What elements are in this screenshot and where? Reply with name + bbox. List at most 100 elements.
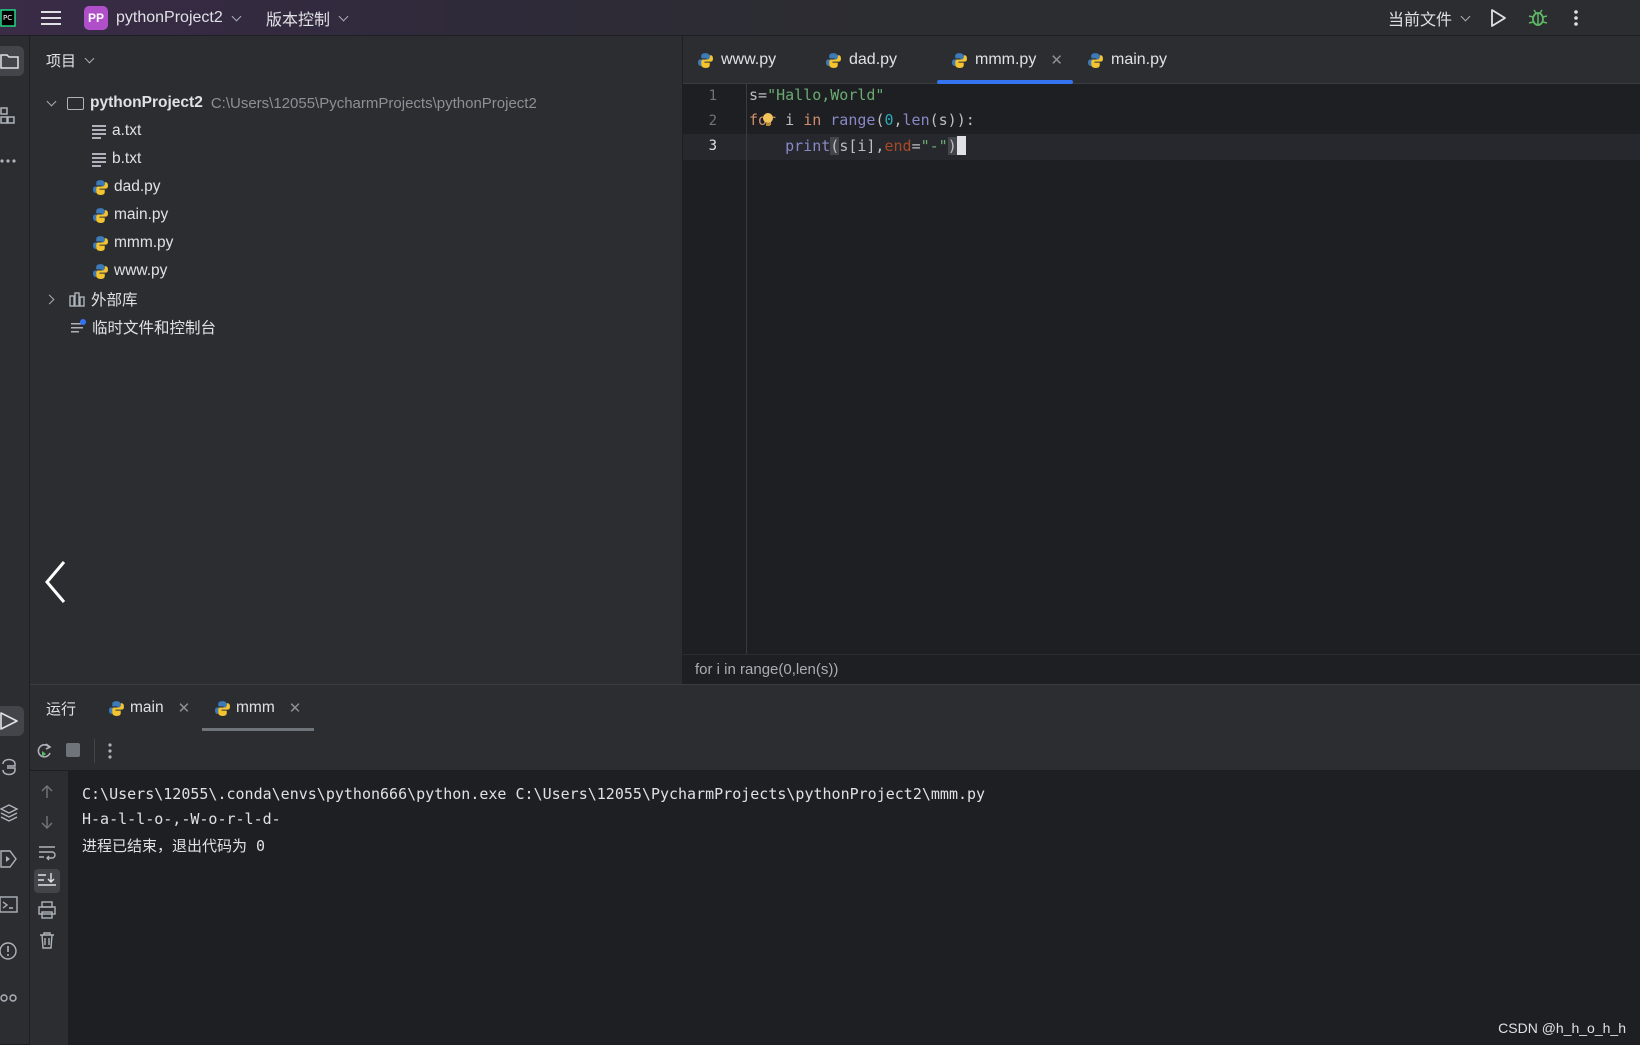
run-panel-title: 运行	[46, 700, 77, 718]
tree-root[interactable]: pythonProject2 C:\Users\12055\PycharmPro…	[46, 90, 537, 116]
file-label: main.py	[114, 206, 169, 223]
run-tool-button[interactable]	[0, 706, 24, 736]
python-file-icon	[93, 207, 108, 223]
warning-circle-icon	[0, 942, 17, 960]
tree-file-main-py[interactable]: main.py	[92, 202, 168, 228]
play-icon	[0, 712, 18, 730]
branch-icon	[0, 994, 17, 1002]
arrow-up-icon[interactable]	[38, 783, 56, 806]
scroll-to-end-icon	[38, 873, 56, 886]
scratches-icon	[71, 319, 86, 333]
more-tools-icon[interactable]	[0, 148, 26, 174]
run-config-label: 当前文件	[1388, 12, 1453, 29]
stop-button[interactable]	[66, 743, 80, 757]
run-tab-main[interactable]: main ✕	[108, 685, 190, 731]
code-token: s[i],	[839, 137, 885, 155]
git-button[interactable]	[0, 984, 26, 1010]
root-name: pythonProject2	[90, 94, 203, 111]
editor-area: www.py dad.py mmm.py ✕ main.py 1 2 3 s="…	[683, 36, 1640, 684]
project-name: pythonProject2	[116, 9, 223, 26]
tree-file-a-txt[interactable]: a.txt	[92, 118, 141, 144]
code-token: =	[911, 137, 921, 155]
chevron-down-icon	[231, 11, 242, 21]
vcs-menu-label: 版本控制	[266, 12, 331, 29]
run-panel: 运行 main ✕ mmm ✕ C:\Users\12055\.conda\en…	[30, 684, 1640, 1045]
terminal-button[interactable]	[0, 892, 26, 918]
code-line-1[interactable]: s="Hallo,World"	[749, 86, 884, 104]
tab-mmm-py[interactable]: mmm.py ✕	[951, 36, 1063, 84]
console-output-line: C:\Users\12055\.conda\envs\python666\pyt…	[82, 785, 986, 803]
breadcrumb-label: for i in range(0,len(s))	[695, 661, 839, 678]
close-icon[interactable]: ✕	[289, 699, 302, 717]
python-file-icon	[952, 52, 967, 68]
tab-label: dad.py	[849, 51, 898, 68]
structure-icon	[0, 107, 15, 124]
close-icon[interactable]: ✕	[1050, 51, 1063, 69]
vcs-menu[interactable]: 版本控制	[266, 0, 349, 36]
python-file-icon	[1088, 52, 1103, 68]
line-number-gutter	[683, 84, 747, 654]
python-file-icon	[826, 52, 841, 68]
chevron-down-icon	[338, 11, 349, 21]
project-panel-title: 项目	[46, 52, 77, 70]
trash-icon[interactable]	[38, 931, 56, 954]
text-file-icon	[92, 125, 106, 139]
python-packages-button[interactable]	[0, 800, 26, 826]
soft-wrap-icon[interactable]	[38, 843, 56, 866]
tab-label: main.py	[1111, 51, 1168, 68]
tree-file-dad-py[interactable]: dad.py	[92, 174, 161, 200]
tree-file-b-txt[interactable]: b.txt	[92, 146, 141, 172]
run-tab-mmm[interactable]: mmm ✕	[214, 685, 301, 731]
active-tab-indicator	[937, 80, 1073, 84]
tree-file-www-py[interactable]: www.py	[92, 258, 167, 284]
tab-www-py[interactable]: www.py	[697, 36, 776, 84]
code-token: len	[902, 111, 930, 129]
rerun-button[interactable]	[34, 741, 54, 766]
run-more-actions-icon[interactable]	[106, 741, 114, 766]
editor-breadcrumb[interactable]: for i in range(0,len(s))	[683, 654, 1640, 684]
layers-icon	[0, 804, 19, 822]
tree-file-mmm-py[interactable]: mmm.py	[92, 230, 173, 256]
toolbar-divider	[94, 739, 95, 763]
editor-tabs: www.py dad.py mmm.py ✕ main.py	[683, 36, 1640, 84]
tab-dad-py[interactable]: dad.py	[825, 36, 897, 84]
print-icon[interactable]	[38, 901, 56, 924]
python-console-button[interactable]	[0, 754, 26, 780]
close-icon[interactable]: ✕	[178, 699, 191, 717]
project-tool-button[interactable]	[0, 46, 24, 76]
code-token: )	[947, 137, 957, 155]
run-config-selector[interactable]: 当前文件	[1388, 0, 1471, 36]
services-button[interactable]	[0, 846, 26, 872]
arrow-down-icon[interactable]	[38, 813, 56, 836]
run-panel-header: 运行 main ✕ mmm ✕	[30, 685, 1640, 731]
project-panel-header[interactable]: 项目	[46, 46, 95, 74]
code-line-3[interactable]: print(s[i],end="-")	[749, 136, 966, 155]
bug-icon	[1528, 9, 1548, 26]
project-panel: 项目 pythonProject2 C:\Users\12055\Pycharm…	[30, 36, 683, 684]
run-button[interactable]	[1488, 0, 1508, 36]
main-menu-icon[interactable]	[40, 0, 62, 36]
project-switcher[interactable]: PP pythonProject2	[84, 0, 242, 36]
problems-button[interactable]	[0, 938, 26, 964]
tab-main-py[interactable]: main.py	[1087, 36, 1167, 84]
python-file-icon	[698, 52, 713, 68]
tree-external-libraries[interactable]: 外部库	[44, 286, 138, 312]
python-file-icon	[215, 700, 230, 716]
tab-label: www.py	[721, 51, 777, 68]
more-actions-icon[interactable]	[1572, 0, 1580, 36]
lightbulb-icon[interactable]	[761, 112, 775, 133]
file-label: a.txt	[112, 122, 142, 139]
tree-scratches-consoles[interactable]: 临时文件和控制台	[70, 314, 216, 340]
console-output-line: H-a-l-l-o-,-W-o-r-l-d-	[82, 810, 281, 828]
code-token: i	[776, 111, 804, 129]
code-line-2[interactable]: for i in range(0,len(s)):	[749, 111, 975, 129]
line-number: 2	[708, 113, 717, 129]
collapse-arrow-icon[interactable]	[44, 560, 66, 609]
code-token: print	[785, 137, 831, 155]
debug-button[interactable]	[1527, 0, 1549, 36]
code-token: end	[884, 137, 912, 155]
structure-tool-button[interactable]	[0, 104, 26, 130]
scroll-to-end-button[interactable]	[34, 869, 60, 893]
watermark: CSDN @h_h_o_h_h	[1498, 1020, 1626, 1036]
